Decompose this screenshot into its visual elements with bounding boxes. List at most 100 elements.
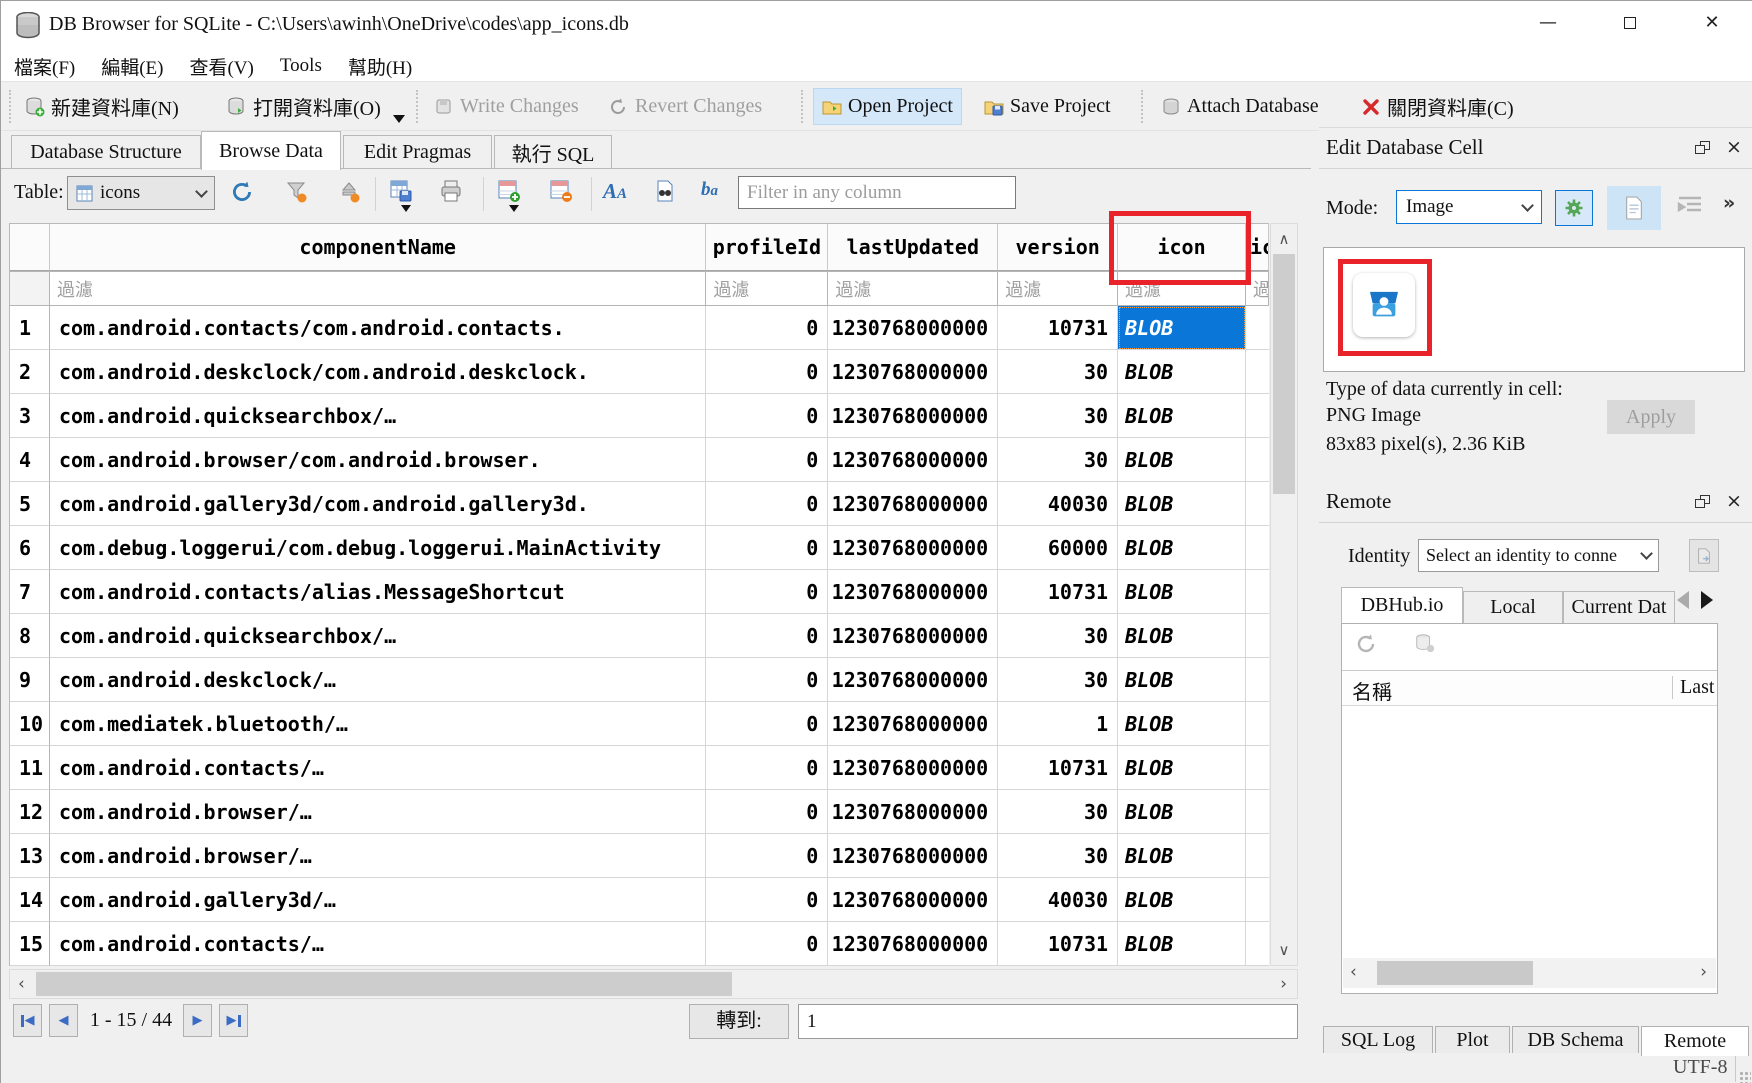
cell-icon-blob[interactable]: BLOB xyxy=(1118,614,1246,658)
import-export-button[interactable] xyxy=(1555,190,1593,226)
menu-item-h[interactable]: 幫助(H) xyxy=(335,51,425,81)
cell-profileid[interactable]: 0 xyxy=(706,306,828,350)
remote-horizontal-scrollbar[interactable]: ‹ › xyxy=(1343,958,1716,988)
remote-clone-button[interactable] xyxy=(1414,632,1436,656)
cell-version[interactable]: 30 xyxy=(998,394,1118,438)
cell-lastupdated[interactable]: 1230768000000 xyxy=(828,570,998,614)
cell-componentname[interactable]: com.android.gallery3d/com.android.galler… xyxy=(50,482,706,526)
cell-icon-blob[interactable]: BLOB xyxy=(1118,702,1246,746)
row-number[interactable]: 2 xyxy=(10,350,50,394)
cell-icon-blob[interactable]: BLOB xyxy=(1118,526,1246,570)
column-header-icon[interactable]: icon xyxy=(1118,223,1246,271)
attach-database-button[interactable]: Attach Database xyxy=(1153,88,1327,125)
cell-lastupdated[interactable]: 1230768000000 xyxy=(828,702,998,746)
row-number[interactable]: 12 xyxy=(10,790,50,834)
goto-button[interactable]: 轉到: xyxy=(689,1004,789,1039)
menu-item-v[interactable]: 查看(V) xyxy=(177,51,267,81)
cell-icon-blob[interactable]: BLOB xyxy=(1118,438,1246,482)
text-mode-button[interactable] xyxy=(1607,186,1661,230)
replace-icon[interactable]: ba xyxy=(701,179,729,207)
resize-grip[interactable] xyxy=(1739,1071,1751,1083)
row-number[interactable]: 3 xyxy=(10,394,50,438)
cell-lastupdated[interactable]: 1230768000000 xyxy=(828,482,998,526)
cell-profileid[interactable]: 0 xyxy=(706,658,828,702)
scroll-right-icon[interactable]: › xyxy=(1700,960,1707,984)
cell-lastupdated[interactable]: 1230768000000 xyxy=(828,658,998,702)
filter-cell-lastUpdated[interactable]: 過濾 xyxy=(828,271,998,306)
print-button[interactable] xyxy=(439,179,467,207)
cell-version[interactable]: 1 xyxy=(998,702,1118,746)
tab-edit-pragmas[interactable]: Edit Pragmas xyxy=(343,135,492,169)
save-filter-button[interactable] xyxy=(337,179,365,207)
scroll-right-icon[interactable]: › xyxy=(1280,972,1287,996)
edit-display-format-icon[interactable]: AA xyxy=(603,179,631,207)
apply-button[interactable]: Apply xyxy=(1607,400,1695,434)
cell-version[interactable]: 10731 xyxy=(998,570,1118,614)
cell-version[interactable]: 10731 xyxy=(998,306,1118,350)
delete-record-button[interactable] xyxy=(549,179,577,207)
cell-componentname[interactable]: com.android.gallery3d/… xyxy=(50,878,706,922)
row-number[interactable]: 14 xyxy=(10,878,50,922)
cell-version[interactable]: 30 xyxy=(998,350,1118,394)
cell-version[interactable]: 40030 xyxy=(998,482,1118,526)
scroll-left-icon[interactable]: ‹ xyxy=(1350,960,1357,984)
refresh-button[interactable] xyxy=(229,179,257,207)
cell-componentname[interactable]: com.android.deskclock/… xyxy=(50,658,706,702)
cell-profileid[interactable]: 0 xyxy=(706,614,828,658)
cell-icon-blob[interactable]: BLOB xyxy=(1118,746,1246,790)
cell-profileid[interactable]: 0 xyxy=(706,438,828,482)
grid-horizontal-scrollbar[interactable]: ‹ › xyxy=(9,969,1298,999)
cell-profileid[interactable]: 0 xyxy=(706,790,828,834)
filter-cell-profileId[interactable]: 過濾 xyxy=(706,271,828,306)
menu-item-f[interactable]: 檔案(F) xyxy=(1,51,88,81)
cell-profileid[interactable]: 0 xyxy=(706,922,828,966)
cell-version[interactable]: 30 xyxy=(998,834,1118,878)
close-panel-icon[interactable]: × xyxy=(1726,494,1742,508)
column-header-version[interactable]: version xyxy=(998,223,1118,271)
cell-profileid[interactable]: 0 xyxy=(706,702,828,746)
cell-version[interactable]: 60000 xyxy=(998,526,1118,570)
column-header-profileId[interactable]: profileId xyxy=(706,223,828,271)
table-selector[interactable]: icons xyxy=(67,176,215,210)
row-number[interactable]: 6 xyxy=(10,526,50,570)
filter-cell-icon[interactable]: 過濾 xyxy=(1118,271,1246,306)
remote-hscroll-thumb[interactable] xyxy=(1377,961,1533,985)
filter-any-column-input[interactable] xyxy=(738,176,1016,209)
revert-changes-button[interactable]: Revert Changes xyxy=(601,88,770,125)
grid-vscroll-thumb[interactable] xyxy=(1273,254,1295,494)
cell-profileid[interactable]: 0 xyxy=(706,834,828,878)
save-results-dropdown-arrow[interactable] xyxy=(401,205,411,212)
cell-icon-blob[interactable]: BLOB xyxy=(1118,878,1246,922)
cell-version[interactable]: 30 xyxy=(998,790,1118,834)
filter-cell-ic[interactable]: 過濾 xyxy=(1246,271,1269,306)
cell-componentname[interactable]: com.android.browser/… xyxy=(50,790,706,834)
cell-lastupdated[interactable]: 1230768000000 xyxy=(828,746,998,790)
filter-cell-version[interactable]: 過濾 xyxy=(998,271,1118,306)
tab-database-structure[interactable]: Database Structure xyxy=(11,135,201,169)
save-project-button[interactable]: Save Project xyxy=(976,88,1119,125)
cell-lastupdated[interactable]: 1230768000000 xyxy=(828,438,998,482)
word-wrap-button[interactable] xyxy=(1677,194,1705,220)
cell-version[interactable]: 30 xyxy=(998,438,1118,482)
save-results-button[interactable] xyxy=(389,179,417,207)
previous-page-button[interactable]: ◀ xyxy=(49,1004,78,1037)
last-modified-column-header[interactable]: Last m xyxy=(1672,676,1717,699)
remote-tab-local[interactable]: Local xyxy=(1463,591,1563,623)
cell-icon-blob[interactable]: BLOB xyxy=(1118,306,1246,350)
cell-lastupdated[interactable]: 1230768000000 xyxy=(828,878,998,922)
cell-componentname[interactable]: com.android.contacts/com.android.contact… xyxy=(50,306,706,350)
row-number[interactable]: 9 xyxy=(10,658,50,702)
remote-tab-currentdat[interactable]: Current Dat xyxy=(1563,591,1675,623)
row-number[interactable]: 1 xyxy=(10,306,50,350)
filter-cell-componentName[interactable]: 過濾 xyxy=(50,271,706,306)
find-in-table-button[interactable] xyxy=(653,179,681,207)
close-database-button[interactable]: 關閉資料庫(C) xyxy=(1353,88,1522,125)
cell-icon-blob[interactable]: BLOB xyxy=(1118,394,1246,438)
cell-icon-blob[interactable]: BLOB xyxy=(1118,790,1246,834)
menu-item-tools[interactable]: Tools xyxy=(267,51,335,81)
next-page-button[interactable]: ▶ xyxy=(183,1004,212,1037)
remote-refresh-button[interactable] xyxy=(1354,632,1378,656)
dock-tab-plot[interactable]: Plot xyxy=(1435,1026,1510,1054)
tab-scroll-right-icon[interactable] xyxy=(1701,591,1713,609)
cell-lastupdated[interactable]: 1230768000000 xyxy=(828,790,998,834)
